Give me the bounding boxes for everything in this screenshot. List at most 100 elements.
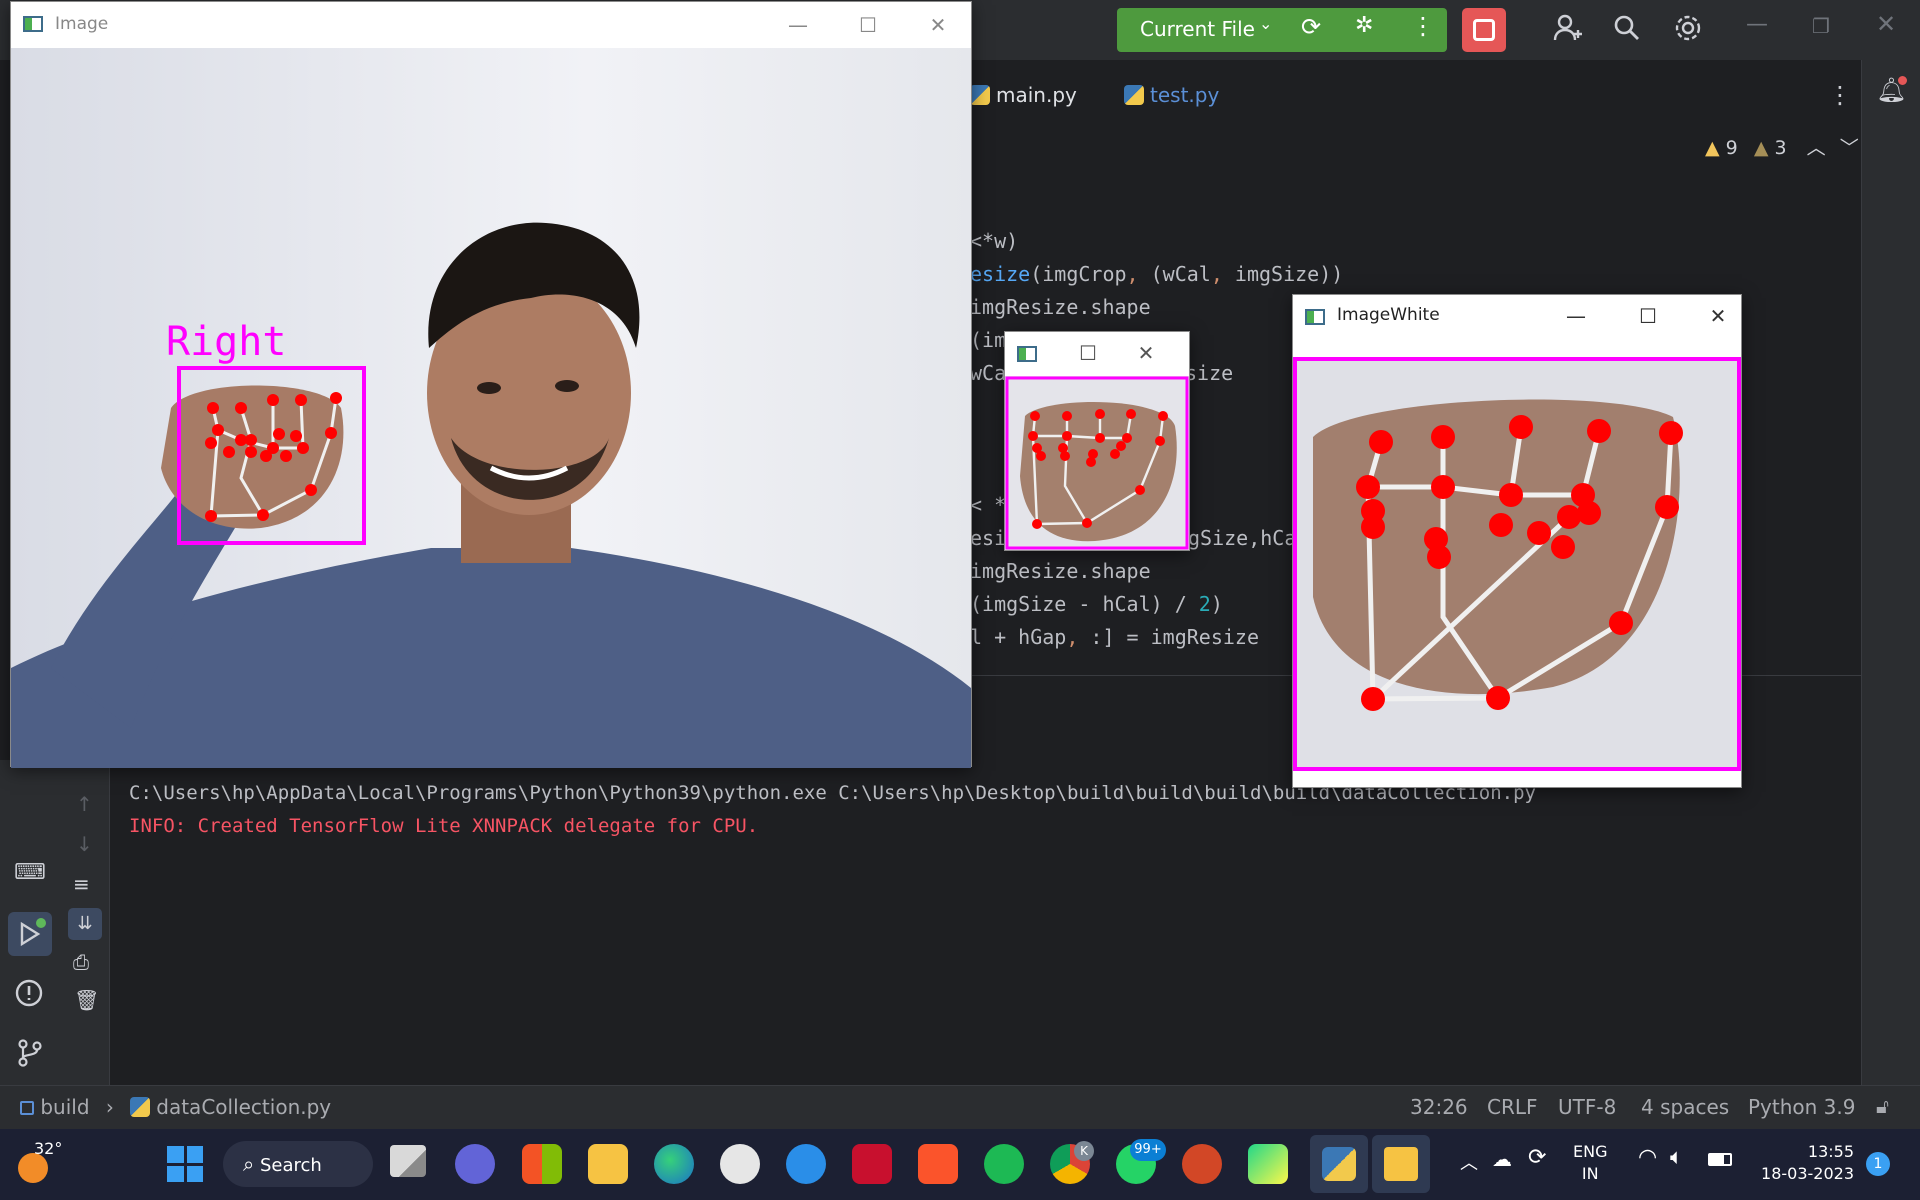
tray-overflow-icon[interactable]: ︿ [1460, 1149, 1478, 1175]
taskbar-search-box[interactable]: ⌕ Search [223, 1141, 373, 1187]
onedrive-cloud-icon[interactable]: ☁︎ [1492, 1147, 1512, 1171]
code-line: < * [970, 493, 1007, 517]
code-line: size [1185, 361, 1234, 385]
python-interpreter[interactable]: Python 3.9 [1748, 1095, 1856, 1119]
brave-browser-icon[interactable] [918, 1144, 958, 1184]
inspection-widget[interactable]: ▲ 9 ▲ 3 ︿ ﹀ [1705, 133, 1859, 163]
minimize-icon[interactable]: — [1561, 301, 1591, 331]
file-explorer-icon[interactable] [588, 1144, 628, 1184]
image-window[interactable]: Image — ☐ ✕ Right [10, 1, 972, 768]
teams-chat-icon[interactable] [455, 1144, 495, 1184]
microsoft-store-icon[interactable] [522, 1144, 562, 1184]
warning-icon: ▲ [1705, 137, 1720, 159]
editor-tab-bar: main.py test.py ⋮ [970, 72, 1860, 118]
code-line: esize(imgCrop, (wCal, imgSize)) [970, 262, 1344, 286]
python-file-icon [970, 85, 990, 105]
close-icon[interactable]: ✕ [1131, 338, 1161, 368]
weather-widget[interactable]: 32° [14, 1139, 74, 1189]
chevron-up-icon[interactable]: ︿ [1807, 137, 1826, 159]
volume-icon[interactable]: 🔈︎ [1670, 1145, 1683, 1170]
active-app-highlight[interactable] [1310, 1135, 1368, 1193]
crop-window-titlebar[interactable]: ☐ ✕ [1005, 332, 1189, 376]
debug-icon[interactable]: ✲ [1355, 13, 1373, 38]
run-console[interactable]: C:\Users\hp\AppData\Local\Programs\Pytho… [110, 770, 1861, 1085]
spotify-icon[interactable] [984, 1144, 1024, 1184]
caret-position[interactable]: 32:26 [1410, 1095, 1468, 1119]
project-icon [20, 1101, 34, 1115]
python-file-icon [1124, 85, 1144, 105]
stop-button[interactable] [1462, 8, 1506, 52]
help-app-icon[interactable] [786, 1144, 826, 1184]
git-branch-icon[interactable] [16, 1038, 44, 1074]
crop-window[interactable]: ☐ ✕ [1004, 331, 1190, 551]
edge-browser-icon[interactable] [654, 1144, 694, 1184]
add-user-icon[interactable] [1552, 12, 1584, 50]
battery-icon[interactable] [1708, 1153, 1732, 1166]
lock-icon[interactable]: 🔓︎ [1876, 1094, 1889, 1118]
scroll-down-icon[interactable]: ↓ [76, 832, 93, 856]
code-line: wCa [970, 361, 1007, 385]
run-config-label: Current File [1140, 17, 1255, 41]
sync-icon[interactable]: ⟳ [1528, 1145, 1546, 1170]
maximize-icon[interactable]: ☐ [1073, 338, 1103, 368]
minimize-icon[interactable]: — [783, 10, 813, 40]
close-window-icon[interactable]: ✕ [1876, 10, 1896, 38]
problems-icon[interactable] [14, 978, 44, 1014]
image-white-window[interactable]: ImageWhite — ☐ ✕ [1292, 294, 1742, 788]
code-line: esi [970, 526, 1007, 550]
terminal-icon[interactable]: ⌨︎ [14, 860, 46, 885]
warning-count: 9 [1725, 137, 1738, 159]
close-icon[interactable]: ✕ [1703, 301, 1733, 331]
print-icon[interactable]: ⎙ [73, 950, 89, 974]
close-icon[interactable]: ✕ [923, 10, 953, 40]
minimize-window-icon[interactable]: — [1746, 12, 1768, 37]
python-window-icon [1322, 1147, 1356, 1181]
settings-gear-icon[interactable] [1672, 12, 1704, 50]
stop-icon [1473, 19, 1495, 41]
indent-setting[interactable]: 4 spaces [1641, 1095, 1729, 1119]
search-icon[interactable] [1613, 14, 1641, 48]
powerpoint-icon[interactable] [1182, 1144, 1222, 1184]
run-tool-active[interactable] [8, 912, 52, 956]
tab-test-py[interactable]: test.py [1124, 72, 1219, 118]
weather-temp: 32° [34, 1139, 63, 1158]
line-separator[interactable]: CRLF [1487, 1095, 1538, 1119]
search-label: Search [259, 1155, 322, 1176]
run-config-selector[interactable]: Current File ⌄ ⟳ ✲ ⋮ [1117, 8, 1447, 52]
soft-wrap-icon[interactable]: ≡ [73, 872, 90, 896]
scroll-to-end-active[interactable]: ⇊ [68, 908, 102, 940]
breadcrumb-project[interactable]: build [40, 1095, 89, 1119]
chevron-down-icon: ⌄ [1259, 14, 1273, 33]
mcafee-icon[interactable] [852, 1144, 892, 1184]
trash-icon[interactable]: 🗑︎ [74, 988, 99, 1012]
tab-main-py[interactable]: main.py [970, 72, 1077, 118]
left-tool-strip: ⌨︎ [0, 760, 60, 1085]
image-white-titlebar[interactable]: ImageWhite — ☐ ✕ [1293, 295, 1741, 339]
image-window-titlebar[interactable]: Image — ☐ ✕ [11, 2, 971, 48]
pycharm-icon[interactable] [1248, 1144, 1288, 1184]
code-line: (im [970, 328, 1007, 352]
task-view-icon[interactable] [390, 1145, 426, 1177]
file-encoding[interactable]: UTF-8 [1558, 1095, 1616, 1119]
restore-window-icon[interactable]: ❐ [1812, 14, 1830, 38]
active-app-highlight[interactable] [1372, 1135, 1430, 1193]
code-token: esize [970, 262, 1031, 286]
rerun-icon[interactable]: ⟳ [1301, 13, 1321, 41]
tab-label: test.py [1150, 83, 1220, 107]
breadcrumb-file[interactable]: dataCollection.py [156, 1095, 331, 1119]
clock[interactable]: 13:55 18-03-2023 [1754, 1141, 1854, 1185]
start-windows-icon[interactable] [167, 1146, 203, 1182]
tab-options-icon[interactable]: ⋮ [1828, 72, 1852, 118]
hexagon-app-icon[interactable] [720, 1144, 760, 1184]
code-line: gSize,hCa [1188, 526, 1297, 550]
maximize-icon[interactable]: ☐ [853, 10, 883, 40]
tab-label: main.py [996, 83, 1077, 107]
chevron-down-icon[interactable]: ﹀ [1840, 137, 1859, 159]
more-actions-icon[interactable]: ⋮ [1411, 12, 1435, 40]
clock-time: 13:55 [1807, 1142, 1854, 1161]
maximize-icon[interactable]: ☐ [1633, 301, 1663, 331]
scroll-up-icon[interactable]: ↑ [76, 792, 93, 816]
notification-count-badge[interactable]: 1 [1866, 1152, 1890, 1176]
language-indicator[interactable]: ENG IN [1573, 1141, 1607, 1185]
wifi-icon[interactable]: ◠ [1638, 1145, 1657, 1170]
